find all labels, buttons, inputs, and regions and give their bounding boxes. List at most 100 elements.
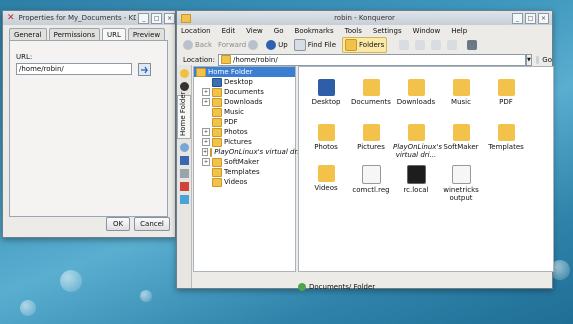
folders-button[interactable]: Folders bbox=[342, 37, 388, 53]
minimize-icon[interactable]: _ bbox=[138, 12, 150, 24]
properties-titlebar[interactable]: ✕ Properties for My_Documents - KDesk _ … bbox=[3, 11, 175, 25]
menu-go[interactable]: Go bbox=[274, 27, 284, 35]
water-drop bbox=[140, 290, 152, 302]
file-item-photos[interactable]: Photos bbox=[303, 124, 349, 151]
menu-edit[interactable]: Edit bbox=[222, 27, 236, 35]
bookmarks-icon[interactable] bbox=[179, 69, 189, 78]
expand-icon[interactable]: + bbox=[202, 98, 210, 106]
file-item-label: Pictures bbox=[357, 143, 385, 151]
file-item-playonlinux[interactable]: PlayOnLinux's virtual dri... bbox=[393, 124, 442, 159]
expand-icon[interactable]: + bbox=[202, 158, 210, 166]
paste-icon[interactable] bbox=[431, 40, 442, 50]
find-file-icon bbox=[293, 39, 306, 51]
file-item-downloads[interactable]: Downloads bbox=[393, 79, 439, 106]
services-icon[interactable] bbox=[179, 156, 189, 165]
menu-location[interactable]: Location bbox=[181, 27, 211, 35]
find-file-button[interactable]: Find File bbox=[293, 39, 337, 51]
tree-item-label: Pictures bbox=[224, 138, 252, 146]
expand-icon[interactable]: + bbox=[202, 138, 210, 146]
folder-icon bbox=[210, 147, 213, 157]
expand-icon[interactable]: + bbox=[202, 148, 209, 156]
tree-item-label: Photos bbox=[224, 128, 248, 136]
view-mode-icon[interactable] bbox=[467, 40, 478, 50]
file-item-winetricks-output[interactable]: winetricks output bbox=[438, 165, 484, 202]
url-field[interactable]: /home/robin/ bbox=[16, 63, 132, 75]
file-item-label: Downloads bbox=[396, 98, 436, 106]
forward-label: Forward bbox=[218, 41, 247, 49]
menu-bookmarks[interactable]: Bookmarks bbox=[295, 27, 334, 35]
konqueror-titlebar[interactable]: robin - Konqueror _ □ × bbox=[177, 11, 552, 25]
url-browse-icon[interactable] bbox=[138, 63, 151, 76]
file-item-label: rc.local bbox=[403, 186, 429, 194]
tree-item-documents[interactable]: + Documents bbox=[194, 87, 295, 97]
forward-arrow-icon bbox=[248, 40, 259, 50]
file-item-comctl-reg[interactable]: comctl.reg bbox=[348, 165, 394, 194]
close-icon[interactable]: ✕ bbox=[7, 13, 15, 23]
tree-item-templates[interactable]: Templates bbox=[194, 167, 295, 177]
web-sidebar-icon[interactable] bbox=[179, 195, 189, 204]
folder-icon bbox=[212, 167, 222, 177]
file-item-music[interactable]: Music bbox=[438, 79, 484, 106]
location-dropdown-icon[interactable]: ▼ bbox=[525, 53, 532, 66]
file-item-desktop[interactable]: Desktop bbox=[303, 79, 349, 106]
tree-item-softmaker[interactable]: + SoftMaker bbox=[194, 157, 295, 167]
find-file-label: Find File bbox=[307, 41, 337, 49]
konqueror-title: robin - Konqueror bbox=[334, 14, 395, 22]
expand-icon[interactable]: + bbox=[202, 128, 210, 136]
file-item-documents[interactable]: Documents bbox=[348, 79, 394, 106]
folder-icon bbox=[212, 97, 222, 107]
menu-help[interactable]: Help bbox=[451, 27, 467, 35]
menu-window[interactable]: Window bbox=[413, 27, 441, 35]
undo-icon[interactable] bbox=[447, 40, 458, 50]
tree-item-pictures[interactable]: + Pictures bbox=[194, 137, 295, 147]
file-item-videos[interactable]: Videos bbox=[303, 165, 349, 192]
window-close-icon[interactable]: × bbox=[164, 12, 175, 24]
konqueror-window: robin - Konqueror _ □ × Location Edit Vi… bbox=[176, 10, 554, 291]
cancel-button-label: Cancel bbox=[140, 220, 164, 228]
tree-item-desktop[interactable]: Desktop bbox=[194, 77, 295, 87]
maximize-icon[interactable]: □ bbox=[151, 12, 163, 24]
back-button[interactable]: Back bbox=[183, 40, 212, 50]
ok-button[interactable]: OK bbox=[106, 217, 130, 231]
ok-button-label: OK bbox=[112, 220, 124, 228]
expand-icon[interactable]: + bbox=[202, 88, 210, 96]
up-label: Up bbox=[278, 41, 288, 49]
tree-item-music[interactable]: Music bbox=[194, 107, 295, 117]
cancel-button[interactable]: Cancel bbox=[134, 217, 170, 231]
tree-item-home-folder[interactable]: Home Folder bbox=[194, 67, 295, 77]
cut-icon[interactable] bbox=[399, 40, 410, 50]
root-folder-icon[interactable] bbox=[179, 182, 189, 191]
up-button[interactable]: Up bbox=[266, 40, 288, 50]
tree-item-label: Templates bbox=[224, 168, 260, 176]
properties-title: Properties for My_Documents - KDesk bbox=[18, 14, 137, 22]
network-icon[interactable] bbox=[179, 143, 189, 152]
menu-view[interactable]: View bbox=[246, 27, 263, 35]
menu-settings[interactable]: Settings bbox=[373, 27, 402, 35]
location-field[interactable]: /home/robin/ bbox=[217, 53, 526, 66]
file-item-templates[interactable]: Templates bbox=[483, 124, 529, 151]
clear-location-icon[interactable] bbox=[535, 55, 540, 64]
file-item-pictures[interactable]: Pictures bbox=[348, 124, 394, 151]
tree-item-downloads[interactable]: + Downloads bbox=[194, 97, 295, 107]
go-label[interactable]: Go bbox=[542, 56, 552, 64]
menu-tools[interactable]: Tools bbox=[345, 27, 362, 35]
devices-icon[interactable] bbox=[179, 169, 189, 178]
file-item-softmaker[interactable]: SoftMaker bbox=[438, 124, 484, 151]
tree-item-playonlinux[interactable]: + PlayOnLinux's virtual drives bbox=[194, 147, 311, 157]
home-folder-sidebar-tab[interactable]: Home Folder bbox=[177, 91, 191, 139]
tree-item-photos[interactable]: + Photos bbox=[194, 127, 295, 137]
tree-item-videos[interactable]: Videos bbox=[194, 177, 295, 187]
home-folder-icon bbox=[220, 55, 231, 64]
sidebar-tab-label: Home Folder bbox=[179, 91, 187, 136]
tree-item-pdf[interactable]: PDF bbox=[194, 117, 295, 127]
file-item-rc-local[interactable]: rc.local bbox=[393, 165, 439, 194]
history-icon[interactable] bbox=[179, 82, 189, 91]
forward-button[interactable]: Forward bbox=[218, 40, 260, 50]
copy-icon[interactable] bbox=[415, 40, 426, 50]
location-value: /home/robin/ bbox=[232, 55, 278, 64]
folder-icon bbox=[212, 107, 222, 117]
tree-item-label: Home Folder bbox=[208, 68, 253, 76]
folder-icon bbox=[407, 124, 425, 141]
folder-icon bbox=[212, 127, 222, 137]
file-item-pdf[interactable]: PDF bbox=[483, 79, 529, 106]
